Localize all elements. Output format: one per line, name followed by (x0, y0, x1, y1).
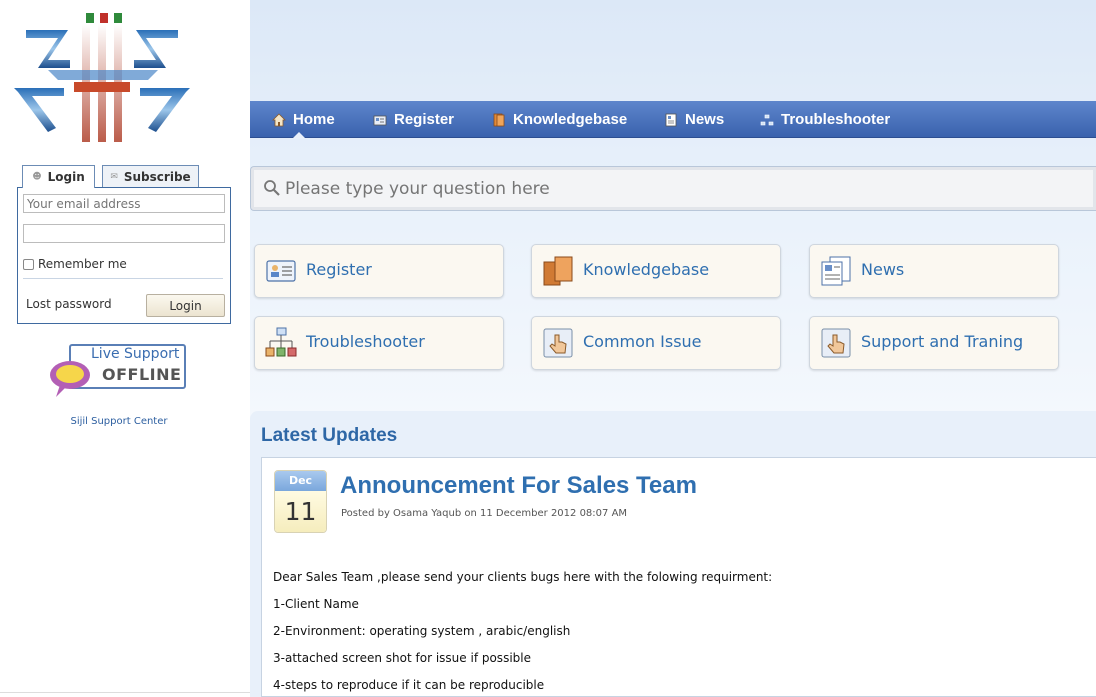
tile-support-training[interactable]: Support and Traning (809, 316, 1059, 370)
search-icon (264, 180, 280, 196)
remember-label: Remember me (38, 257, 127, 271)
tile-news[interactable]: News (809, 244, 1059, 298)
user-icon: ☻ (32, 172, 42, 182)
active-indicator (292, 132, 306, 139)
article-paragraph: 1-Client Name (273, 597, 359, 611)
news-icon (665, 113, 677, 126)
envelope-icon: ✉ (110, 172, 118, 182)
email-field[interactable] (23, 194, 225, 213)
tile-common-issue-label: Common Issue (583, 332, 702, 351)
date-badge: Dec 11 (274, 470, 327, 533)
article-meta: Posted by Osama Yaqub on 11 December 201… (341, 508, 628, 519)
register-icon (373, 115, 387, 125)
hand-pointer-icon (821, 328, 851, 358)
live-support-title: Live Support (91, 346, 180, 362)
remember-me[interactable]: Remember me (23, 257, 127, 271)
tile-knowledgebase-label: Knowledgebase (583, 260, 710, 279)
nav-news-label: News (685, 111, 725, 128)
troubleshooter-icon (760, 114, 774, 125)
chat-bubble-icon (50, 361, 90, 397)
tab-subscribe[interactable]: ✉ Subscribe (102, 165, 199, 188)
site-logo[interactable] (8, 10, 198, 150)
hand-pointer-icon (543, 328, 573, 358)
nav-register[interactable]: Register (373, 101, 454, 138)
newspaper-icon (821, 256, 851, 286)
date-month: Dec (275, 471, 326, 491)
tile-common-issue[interactable]: Common Issue (531, 316, 781, 370)
tile-register-label: Register (306, 260, 372, 279)
article-title[interactable]: Announcement For Sales Team (340, 472, 697, 500)
nav-knowledgebase[interactable]: Knowledgebase (492, 101, 627, 138)
register-card-icon (266, 260, 296, 282)
remember-checkbox[interactable] (23, 258, 34, 270)
date-day: 11 (275, 491, 326, 532)
login-form: Remember me Lost password Login (17, 187, 231, 324)
divider (0, 692, 250, 693)
nav-news[interactable]: News (664, 101, 724, 138)
article-paragraph: 2-Environment: operating system , arabic… (273, 624, 571, 638)
tile-support-training-label: Support and Traning (861, 332, 1024, 351)
tile-news-label: News (861, 260, 905, 279)
main-nav: Home Register Knowledgebase News Trouble… (250, 101, 1096, 139)
tile-register[interactable]: Register (254, 244, 504, 298)
support-center-link[interactable]: Sijil Support Center (0, 416, 238, 427)
home-icon (272, 112, 286, 126)
news-article: Dec 11 Announcement For Sales Team Poste… (261, 457, 1096, 697)
article-paragraph: 3-attached screen shot for issue if poss… (273, 651, 531, 665)
nav-troubleshooter[interactable]: Troubleshooter (760, 101, 890, 138)
books-icon (543, 256, 573, 286)
book-icon (493, 113, 505, 126)
article-paragraph: 4-steps to reproduce if it can be reprod… (273, 678, 545, 692)
divider (23, 278, 223, 279)
nav-home-label: Home (293, 111, 335, 128)
article-paragraph: Dear Sales Team ,please send your client… (273, 570, 773, 584)
login-button[interactable]: Login (146, 294, 225, 317)
left-sidebar: ☻ Login ✉ Subscribe Remember me Lost pas… (0, 0, 250, 697)
article-body: Dear Sales Team ,please send your client… (273, 570, 772, 697)
password-field[interactable] (23, 224, 225, 243)
nav-register-label: Register (394, 111, 455, 128)
live-support-widget[interactable]: Live Support OFFLINE (48, 343, 188, 401)
tile-troubleshooter-label: Troubleshooter (306, 332, 425, 351)
nav-knowledgebase-label: Knowledgebase (513, 111, 628, 128)
tab-subscribe-label: Subscribe (123, 170, 191, 184)
tab-login-label: Login (47, 170, 85, 184)
org-chart-icon (265, 327, 297, 357)
tile-troubleshooter[interactable]: Troubleshooter (254, 316, 504, 370)
latest-updates-panel: Latest Updates Dec 11 Announcement For S… (250, 411, 1096, 697)
search-input[interactable] (285, 177, 1075, 201)
tab-login[interactable]: ☻ Login (22, 165, 95, 188)
lost-password-link[interactable]: Lost password (26, 297, 112, 311)
nav-troubleshooter-label: Troubleshooter (781, 111, 891, 128)
latest-updates-title: Latest Updates (261, 425, 398, 446)
search-bar (250, 166, 1096, 211)
live-support-status: OFFLINE (102, 365, 182, 384)
nav-home[interactable]: Home (272, 101, 335, 139)
tile-knowledgebase[interactable]: Knowledgebase (531, 244, 781, 298)
